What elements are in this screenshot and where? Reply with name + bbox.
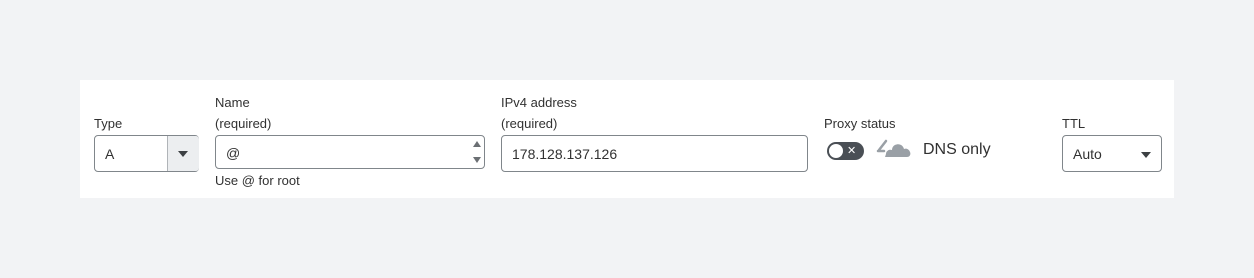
chevron-down-icon [178,151,188,157]
spin-down-icon[interactable] [473,157,481,163]
type-label: Type [94,116,123,131]
dns-record-form: Type A Name (required) @ Use @ for root … [80,80,1174,198]
chevron-down-icon [1141,152,1151,158]
name-input[interactable]: @ [215,135,485,169]
ipv4-required-label: (required) [501,116,558,131]
ipv4-value: 178.128.137.126 [512,146,618,162]
type-select-arrow-button[interactable] [168,136,199,171]
name-required-label: (required) [215,116,272,131]
ttl-value: Auto [1073,146,1102,162]
name-hint: Use @ for root [215,173,300,188]
toggle-knob [829,144,843,158]
ttl-label: TTL [1062,116,1086,131]
name-label: Name [215,95,250,110]
proxy-toggle[interactable]: ✕ [827,142,864,160]
ttl-select[interactable]: Auto [1062,135,1162,172]
proxy-state-label: DNS only [923,141,991,158]
close-icon: ✕ [847,145,857,157]
spin-up-icon[interactable] [473,141,481,147]
ipv4-label: IPv4 address [501,95,577,110]
proxy-status-label: Proxy status [824,116,896,131]
type-select[interactable]: A [94,135,199,172]
cloud-icon [876,139,911,157]
name-value: @ [226,145,241,161]
ipv4-input[interactable]: 178.128.137.126 [501,135,808,172]
type-value: A [105,146,115,162]
